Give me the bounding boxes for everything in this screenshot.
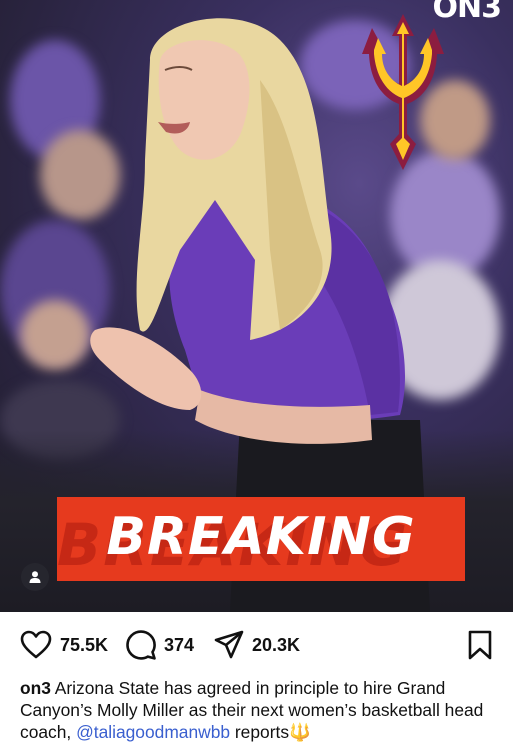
post-caption: on3 Arizona State has agreed in principl…: [20, 677, 500, 743]
caption-text-end: reports🔱: [230, 722, 311, 742]
user-tag-icon: [29, 571, 41, 583]
share-button[interactable]: 20.3K: [214, 625, 300, 665]
comment-button[interactable]: 374: [126, 625, 194, 665]
brand-logo: ON3: [432, 0, 502, 25]
post-photo[interactable]: ON3 BREAKING BREAKING: [0, 0, 513, 612]
pitchfork-logo: [362, 14, 444, 170]
caption-username[interactable]: on3: [20, 678, 51, 698]
share-icon: [214, 630, 244, 659]
save-button[interactable]: [468, 625, 492, 665]
breaking-banner: BREAKING BREAKING: [57, 497, 465, 581]
like-count: 75.5K: [60, 634, 109, 655]
heart-icon: [20, 630, 52, 659]
comment-count: 374: [164, 634, 195, 655]
user-tag-button[interactable]: [21, 563, 49, 591]
caption-mention-link[interactable]: @taliagoodmanwbb: [76, 722, 230, 742]
like-button[interactable]: 75.5K: [20, 625, 108, 665]
comment-icon: [126, 630, 156, 660]
share-count: 20.3K: [252, 634, 301, 655]
bookmark-icon: [468, 630, 492, 660]
post-action-bar: 75.5K 374 20.3K: [0, 625, 513, 665]
banner-text: BREAKING: [106, 507, 416, 567]
